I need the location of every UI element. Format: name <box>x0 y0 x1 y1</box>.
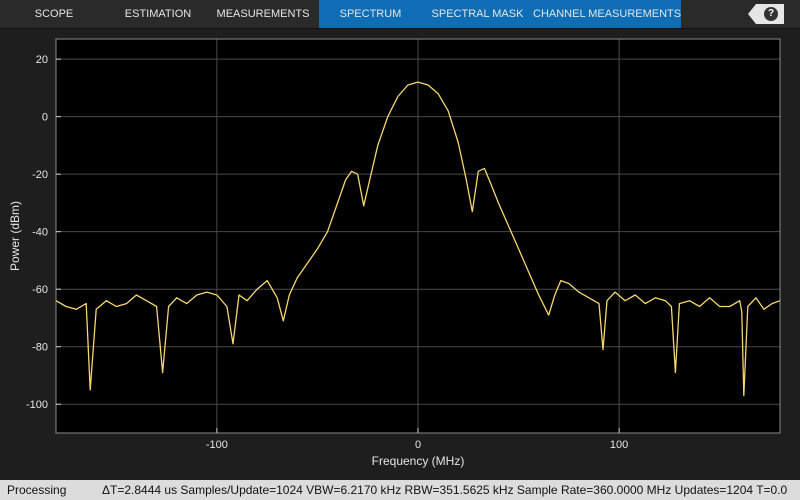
y-tick-label: -100 <box>26 399 48 411</box>
y-tick-label: 0 <box>42 112 48 124</box>
help-icon: ? <box>764 7 778 21</box>
y-tick-label: -20 <box>32 169 48 181</box>
y-tick-label: -60 <box>32 284 48 296</box>
measurement-readout: ΔT=2.8444 us Samples/Update=1024 VBW=6.2… <box>102 483 788 497</box>
tab-measurements[interactable]: MEASUREMENTS <box>208 0 318 28</box>
y-tick-label: -80 <box>32 342 48 354</box>
tab-spectral-mask[interactable]: SPECTRAL MASK <box>422 0 533 28</box>
x-tick-label: 0 <box>415 439 421 451</box>
toolstrip: SCOPE ESTIMATION MEASUREMENTS SPECTRUM S… <box>0 0 800 29</box>
status-text: Processing <box>7 483 67 497</box>
y-axis-label: Power (dBm) <box>8 201 22 271</box>
tab-scope[interactable]: SCOPE <box>0 0 108 28</box>
status-bar: Processing ΔT=2.8444 us Samples/Update=1… <box>0 480 800 500</box>
x-tick-label: 100 <box>610 439 628 451</box>
x-tick-label: -100 <box>206 439 228 451</box>
x-axis-label: Frequency (MHz) <box>372 454 465 468</box>
tab-spectrum[interactable]: SPECTRUM <box>319 0 422 28</box>
y-tick-label: -40 <box>32 227 48 239</box>
spectrum-plot[interactable]: -100 0 100 20 0 -20 -40 -60 -80 -100 Frequency (M… <box>0 29 800 479</box>
spectrum-chart: -100 0 100200-20-40-60-80-100 Frequency (M… <box>8 38 781 468</box>
tab-channel-measurements[interactable]: CHANNEL MEASUREMENTS <box>533 0 681 28</box>
tab-estimation[interactable]: ESTIMATION <box>108 0 208 28</box>
y-tick-label: 20 <box>36 54 48 66</box>
help-button[interactable]: ? <box>748 4 784 24</box>
